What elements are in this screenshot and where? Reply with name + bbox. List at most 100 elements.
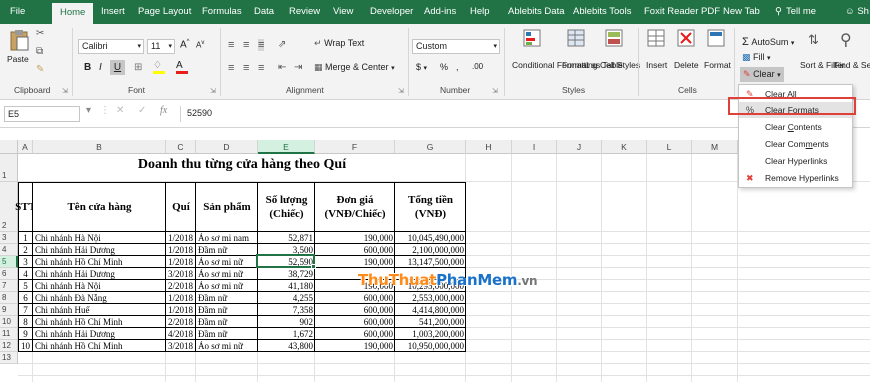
menu-item-clear-contents[interactable]: Clear Contents <box>739 119 852 135</box>
column-header[interactable]: E <box>258 140 315 154</box>
borders-icon[interactable]: ⊞ <box>134 62 142 73</box>
column-header[interactable]: D <box>196 140 258 154</box>
menu-item-clear-hyperlinks[interactable]: Clear Hyperlinks <box>739 153 852 169</box>
delete-cells-button[interactable] <box>676 28 696 50</box>
number-launcher-icon[interactable]: ⇲ <box>492 87 498 95</box>
row-header[interactable]: 13 <box>0 352 18 364</box>
orientation-icon[interactable]: ⇗ <box>278 39 286 50</box>
fill-button[interactable]: ▩ Fill ▾ <box>742 52 771 63</box>
column-header[interactable]: I <box>512 140 557 154</box>
clear-button[interactable]: ✎ Clear ▾ <box>740 67 784 82</box>
insert-cells-button[interactable] <box>646 28 666 50</box>
find-select-label[interactable]: Find & Select <box>834 60 870 70</box>
row-header[interactable]: 12 <box>0 340 18 352</box>
row-header[interactable]: 7 <box>0 280 18 292</box>
shrink-font-button[interactable]: Av <box>196 40 204 50</box>
row-header[interactable]: 1 <box>0 154 18 182</box>
sort-filter-label[interactable]: Sort & Filter <box>800 60 845 70</box>
row-header[interactable]: 6 <box>0 268 18 280</box>
format-painter-icon[interactable]: ✎ <box>36 64 44 75</box>
row-header[interactable]: 9 <box>0 304 18 316</box>
tab-ablebits-data[interactable]: Ablebits Data <box>508 0 565 24</box>
column-header[interactable]: A <box>18 140 33 154</box>
align-left-icon[interactable]: ≡ <box>228 62 234 74</box>
column-header[interactable]: F <box>315 140 395 154</box>
row-header[interactable]: 11 <box>0 328 18 340</box>
insert-function-button[interactable]: fx <box>160 105 167 116</box>
top-align-icon[interactable]: ≡ <box>228 39 234 51</box>
name-box[interactable]: E5 <box>4 106 80 122</box>
tab-view[interactable]: View <box>333 0 353 24</box>
italic-button[interactable]: I <box>99 62 102 73</box>
font-color-button[interactable]: A <box>176 60 188 74</box>
middle-align-icon[interactable]: ≡ <box>243 39 249 51</box>
column-header[interactable]: C <box>166 140 196 154</box>
conditional-formatting-button[interactable] <box>522 28 542 50</box>
increase-decimal-button[interactable]: .00 <box>472 62 483 71</box>
font-launcher-icon[interactable]: ⇲ <box>210 87 216 95</box>
tab-review[interactable]: Review <box>289 0 320 24</box>
column-header[interactable]: K <box>602 140 647 154</box>
cell-styles-button[interactable] <box>604 28 624 50</box>
align-right-icon[interactable]: ≡ <box>258 62 264 74</box>
column-header[interactable]: G <box>395 140 466 154</box>
selected-cell-e5[interactable] <box>256 254 315 268</box>
font-size-select[interactable]: 11 ▾ <box>147 39 175 54</box>
chevron-down-icon[interactable]: ▾ <box>86 105 91 116</box>
format-cells-button[interactable] <box>706 28 726 50</box>
column-header[interactable]: L <box>647 140 692 154</box>
number-format-select[interactable]: Custom ▾ <box>412 39 500 54</box>
row-header[interactable]: 8 <box>0 292 18 304</box>
column-header[interactable]: B <box>33 140 166 154</box>
cancel-icon[interactable]: ✕ <box>116 105 124 116</box>
tell-me-box[interactable]: ⚲ Tell me <box>775 0 816 24</box>
tab-new-tab[interactable]: New Tab <box>723 0 760 24</box>
paste-button[interactable]: Paste <box>7 28 30 64</box>
tab-file[interactable]: File <box>10 0 25 24</box>
autosum-button[interactable]: Σ AutoSum ▾ <box>742 36 794 48</box>
tab-add-ins[interactable]: Add-ins <box>424 0 456 24</box>
column-header[interactable]: J <box>557 140 602 154</box>
column-header[interactable]: H <box>466 140 512 154</box>
alignment-launcher-icon[interactable]: ⇲ <box>398 87 404 95</box>
grow-font-button[interactable]: A^ <box>180 39 190 50</box>
fill-handle[interactable] <box>311 264 316 269</box>
increase-indent-icon[interactable]: ⇥ <box>294 62 302 73</box>
underline-button[interactable]: U <box>110 60 125 75</box>
currency-button[interactable]: $ ▾ <box>416 62 427 72</box>
fill-color-icon[interactable]: ♢ <box>153 60 165 74</box>
font-name-select[interactable]: Calibri ▾ <box>78 39 144 54</box>
clipboard-launcher-icon[interactable]: ⇲ <box>62 87 68 95</box>
comma-button[interactable]: , <box>456 62 459 72</box>
merge-center-button[interactable]: ▦ Merge & Center ▾ <box>314 62 395 73</box>
tab-help[interactable]: Help <box>470 0 490 24</box>
tab-developer[interactable]: Developer <box>370 0 413 24</box>
tab-data[interactable]: Data <box>254 0 274 24</box>
share-button[interactable]: ☺ Sh <box>845 0 869 24</box>
menu-item-clear-comments[interactable]: Clear Comments <box>739 136 852 152</box>
tab-insert[interactable]: Insert <box>101 0 125 24</box>
decrease-indent-icon[interactable]: ⇤ <box>278 62 286 73</box>
menu-item-remove-hyperlinks[interactable]: ✖ Remove Hyperlinks <box>739 170 852 186</box>
row-header[interactable]: 5 <box>0 256 18 268</box>
select-all-corner[interactable] <box>0 140 18 154</box>
format-as-table-button[interactable] <box>566 28 586 50</box>
tab-ablebits-tools[interactable]: Ablebits Tools <box>573 0 631 24</box>
row-header[interactable]: 4 <box>0 244 18 256</box>
enter-icon[interactable]: ✓ <box>138 105 146 116</box>
row-header[interactable]: 3 <box>0 232 18 244</box>
sort-filter-icon[interactable]: ⇅ <box>808 32 819 48</box>
copy-icon[interactable]: ⧉ <box>36 46 43 57</box>
row-header[interactable]: 10 <box>0 316 18 328</box>
find-search-icon[interactable]: ⚲ <box>840 30 852 50</box>
bold-button[interactable]: B <box>84 62 91 73</box>
tab-foxit-reader[interactable]: Foxit Reader PDF <box>644 0 720 24</box>
tab-formulas[interactable]: Formulas <box>202 0 242 24</box>
tab-home[interactable]: Home <box>52 3 94 24</box>
percent-button[interactable]: % <box>440 62 448 72</box>
wrap-text-button[interactable]: ↵ Wrap Text <box>314 38 364 49</box>
align-center-icon[interactable]: ≡ <box>243 62 249 74</box>
cut-icon[interactable]: ✂ <box>36 28 44 39</box>
bottom-align-icon[interactable]: ≡ <box>258 39 265 51</box>
column-header[interactable]: M <box>692 140 738 154</box>
